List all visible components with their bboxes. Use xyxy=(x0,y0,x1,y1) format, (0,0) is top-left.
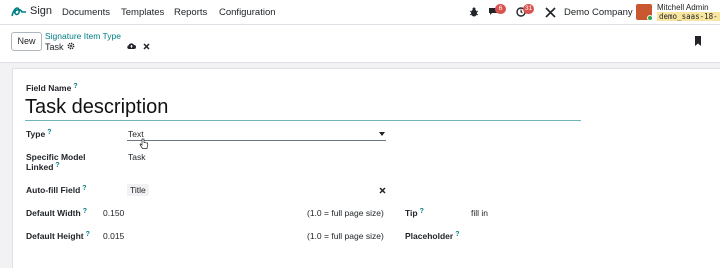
new-button[interactable]: New xyxy=(11,32,42,51)
messages-button[interactable]: 6 xyxy=(488,4,506,19)
field-name-label: Field Name? xyxy=(26,83,78,93)
menu-documents[interactable]: Documents xyxy=(62,7,110,18)
gear-icon[interactable] xyxy=(67,42,75,50)
bookmark-icon[interactable] xyxy=(694,36,702,47)
breadcrumb-parent[interactable]: Signature Item Type xyxy=(45,31,121,41)
messages-badge: 6 xyxy=(495,4,506,14)
width-label: Default Width? xyxy=(26,208,87,218)
placeholder-label: Placeholder? xyxy=(405,231,460,241)
placeholder-input[interactable] xyxy=(471,231,571,241)
type-select[interactable]: Text xyxy=(127,128,386,141)
width-hint: (1.0 = full page size) xyxy=(307,208,384,218)
bug-icon[interactable] xyxy=(469,7,479,17)
height-hint: (1.0 = full page size) xyxy=(307,231,384,241)
help-tooltip-icon[interactable]: ? xyxy=(83,208,87,215)
sign-app-logo-icon[interactable] xyxy=(10,4,28,20)
activities-badge: 31 xyxy=(523,4,535,14)
database-name: demo_saas-18- xyxy=(657,12,720,21)
hand-cursor-icon xyxy=(139,138,149,149)
company-switcher[interactable]: Demo Company xyxy=(564,7,633,18)
model-label: Specific Model Linked? xyxy=(26,152,86,172)
clear-field-icon[interactable] xyxy=(379,187,386,194)
activities-button[interactable]: 31 xyxy=(516,4,538,19)
autofill-tag[interactable]: Title xyxy=(127,184,149,196)
menu-configuration[interactable]: Configuration xyxy=(219,7,276,18)
top-navbar: Sign Documents Templates Reports Configu… xyxy=(0,0,720,25)
user-name[interactable]: Mitchell Admin xyxy=(657,3,709,12)
online-status-dot xyxy=(647,15,653,21)
tools-icon[interactable] xyxy=(545,7,556,18)
control-panel: New Signature Item Type Task xyxy=(0,25,720,63)
chevron-down-icon xyxy=(379,132,385,136)
help-tooltip-icon[interactable]: ? xyxy=(73,83,77,90)
height-label: Default Height? xyxy=(26,231,90,241)
app-name[interactable]: Sign xyxy=(30,5,52,17)
help-tooltip-icon[interactable]: ? xyxy=(47,129,51,136)
breadcrumb-current: Task xyxy=(45,42,64,52)
menu-reports[interactable]: Reports xyxy=(174,7,207,18)
discard-icon[interactable] xyxy=(143,43,150,50)
help-tooltip-icon[interactable]: ? xyxy=(86,231,90,238)
field-name-input[interactable]: Task description xyxy=(25,95,581,121)
help-tooltip-icon[interactable]: ? xyxy=(455,231,459,238)
type-label: Type? xyxy=(26,129,52,139)
width-input[interactable]: 0.150 xyxy=(103,208,124,218)
menu-templates[interactable]: Templates xyxy=(121,7,164,18)
height-input[interactable]: 0.015 xyxy=(103,231,124,241)
help-tooltip-icon[interactable]: ? xyxy=(55,162,59,169)
tip-label: Tip? xyxy=(405,208,424,218)
tip-input[interactable]: fill in xyxy=(471,208,488,218)
help-tooltip-icon[interactable]: ? xyxy=(420,208,424,215)
autofill-label: Auto-fill Field? xyxy=(26,185,87,195)
model-value[interactable]: Task xyxy=(128,152,145,162)
help-tooltip-icon[interactable]: ? xyxy=(82,185,86,192)
save-cloud-icon[interactable] xyxy=(127,42,136,50)
